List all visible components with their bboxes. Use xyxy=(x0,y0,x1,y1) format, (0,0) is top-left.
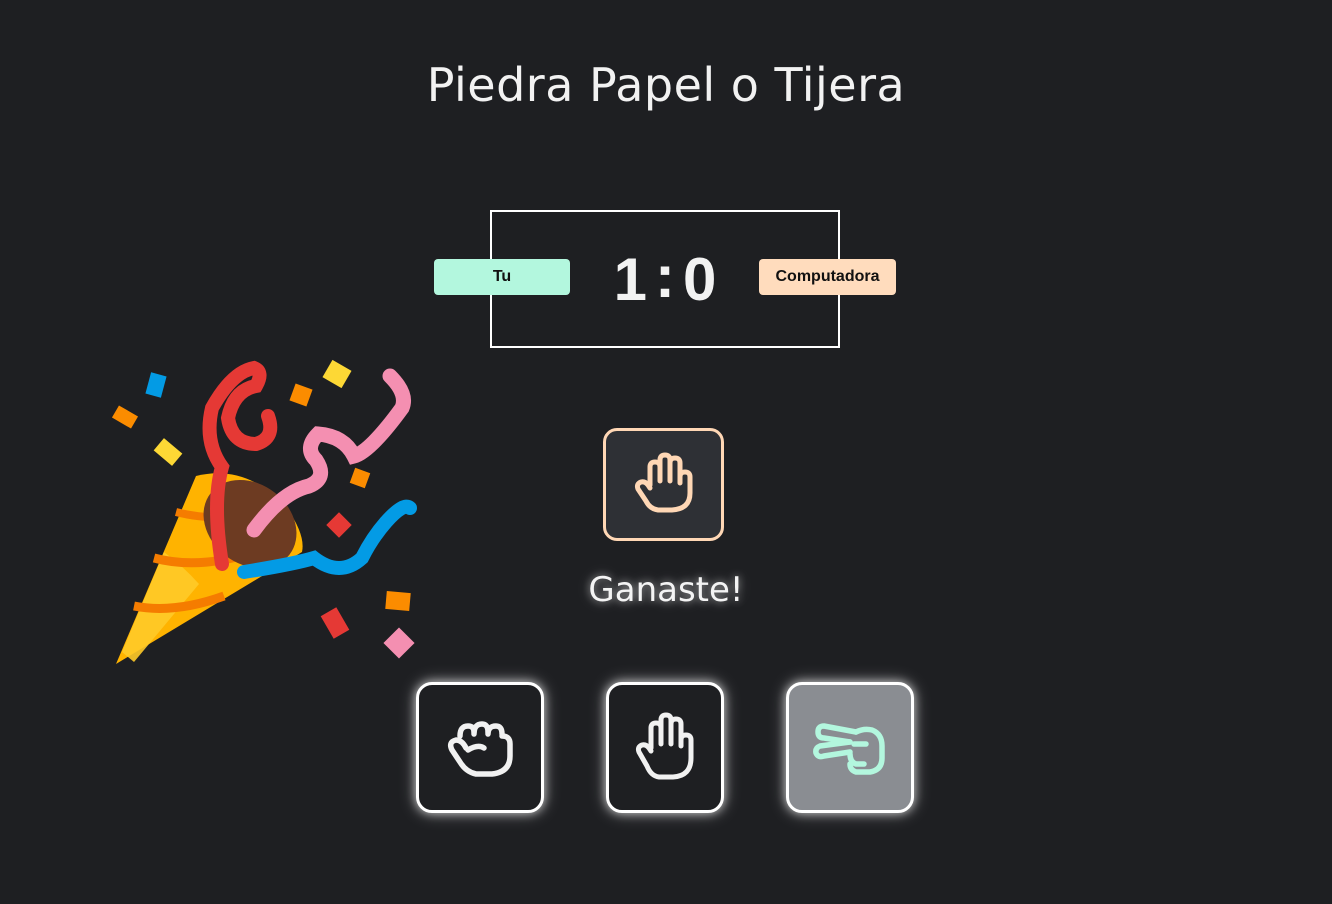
paper-button[interactable] xyxy=(606,682,724,813)
page-title: Piedra Papel o Tijera xyxy=(426,58,906,112)
cpu-score: 0 xyxy=(682,245,717,313)
user-score: 1 xyxy=(613,245,647,313)
paper-hand-icon xyxy=(633,710,697,786)
result-message: Ganaste! xyxy=(588,570,744,610)
cpu-badge: Computadora xyxy=(759,259,896,295)
score-separator: : xyxy=(655,242,675,310)
cpu-choice-card xyxy=(603,428,724,541)
rock-button[interactable] xyxy=(416,682,544,813)
scissors-button[interactable] xyxy=(786,682,914,813)
rock-fist-icon xyxy=(444,714,516,782)
party-popper-icon xyxy=(111,359,417,664)
paper-hand-icon xyxy=(632,451,696,519)
scissors-hand-icon xyxy=(812,714,888,782)
user-badge: Tu xyxy=(434,259,570,295)
